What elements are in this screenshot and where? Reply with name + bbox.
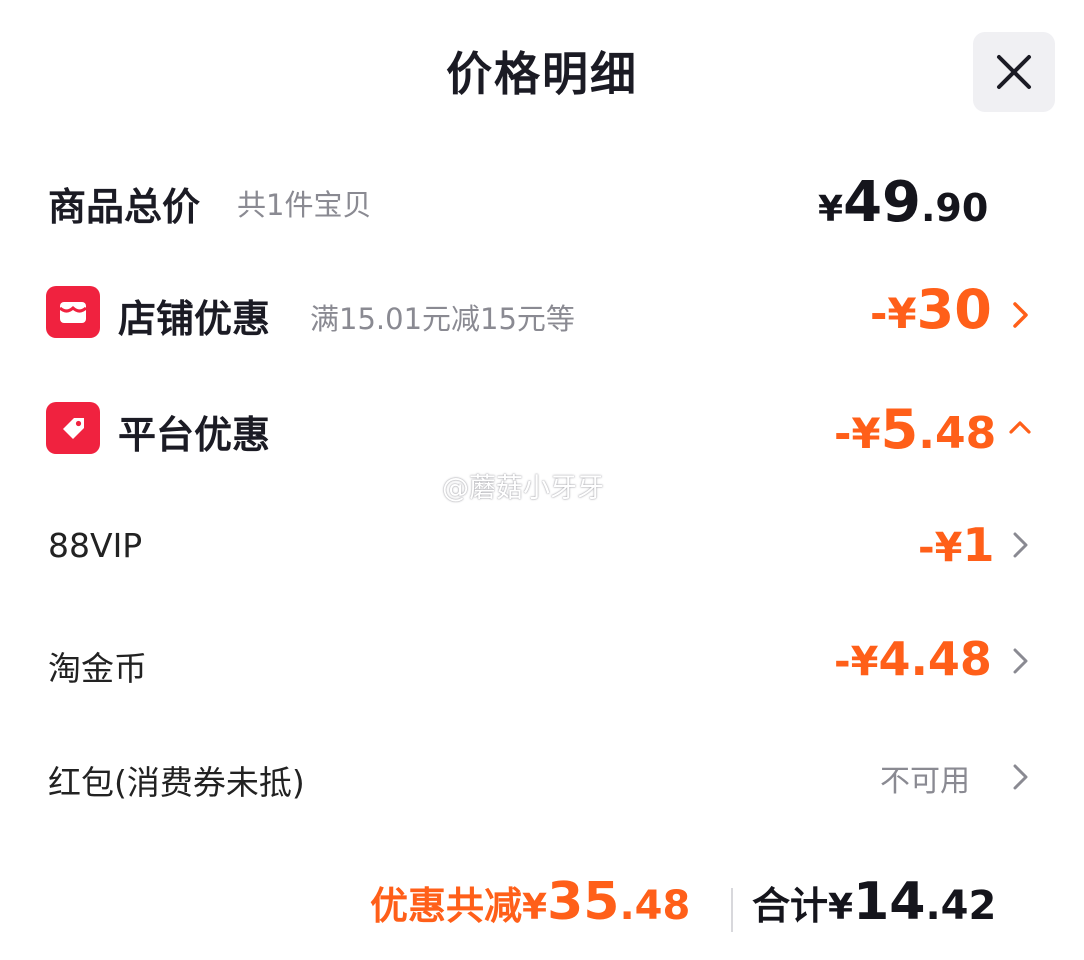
amount-integer: 5: [880, 398, 919, 461]
watermark: @蘑菇小牙牙: [442, 473, 604, 504]
platform-discount-amount: -¥5.48: [834, 398, 996, 461]
amount-value: 30: [916, 278, 992, 341]
chevron-right-icon: [1012, 646, 1030, 676]
amount-prefix: -¥: [834, 639, 879, 685]
amount-prefix: -¥: [870, 289, 917, 338]
goods-total-label: 商品总价: [48, 185, 201, 229]
amount-decimal: .42: [925, 883, 997, 929]
total-label: 合计: [752, 884, 829, 928]
amount-decimal: .48: [619, 883, 691, 929]
chevron-right-icon: [1012, 762, 1030, 792]
currency-symbol: ¥: [818, 189, 844, 230]
total-discount: 优惠共减¥35.48: [370, 872, 690, 932]
amount-integer: 35: [547, 872, 620, 932]
store-discount-label: 店铺优惠: [118, 297, 271, 341]
tag-icon: [46, 402, 100, 454]
store-discount-detail: 满15.01元减15元等: [310, 302, 575, 336]
amount-integer: 49: [843, 170, 921, 235]
platform-item-label: 红包(消费券未抵): [48, 763, 305, 802]
chevron-right-icon: [1012, 300, 1030, 330]
sheet-title: 价格明细: [446, 47, 638, 101]
amount-prefix: -¥: [918, 525, 963, 571]
close-icon: [997, 55, 1031, 89]
storefront-icon: [46, 286, 100, 338]
amount-decimal: .48: [918, 408, 997, 459]
goods-count-text: 共1件宝贝: [237, 188, 372, 222]
chevron-right-icon: [1012, 530, 1030, 560]
platform-item-label: 淘金币: [48, 649, 147, 688]
platform-item-amount: -¥1: [918, 518, 994, 572]
amount-value: 4.48: [878, 632, 992, 686]
footer-divider: [731, 888, 733, 932]
amount-integer: 14: [853, 872, 926, 932]
amount-prefix: -¥: [834, 409, 881, 458]
close-button[interactable]: [973, 32, 1055, 112]
amount-value: 1: [962, 518, 995, 572]
store-discount-amount: -¥30: [870, 278, 992, 341]
platform-discount-label: 平台优惠: [118, 413, 271, 457]
currency-symbol: ¥: [522, 887, 548, 928]
platform-item-amount: -¥4.48: [834, 632, 992, 686]
amount-decimal: .90: [921, 186, 989, 230]
order-total: 合计¥14.42: [752, 872, 996, 932]
goods-total-amount: ¥49.90: [818, 170, 988, 235]
platform-item-label: 88VIP: [48, 526, 143, 565]
price-detail-sheet: 价格明细 商品总价 共1件宝贝 ¥49.90 店铺优惠 满15.01元减15元等…: [0, 0, 1084, 960]
currency-symbol: ¥: [828, 887, 854, 928]
chevron-up-icon[interactable]: [1008, 418, 1032, 436]
total-discount-label: 优惠共减: [370, 884, 523, 928]
status-unavailable: 不可用: [880, 764, 970, 799]
